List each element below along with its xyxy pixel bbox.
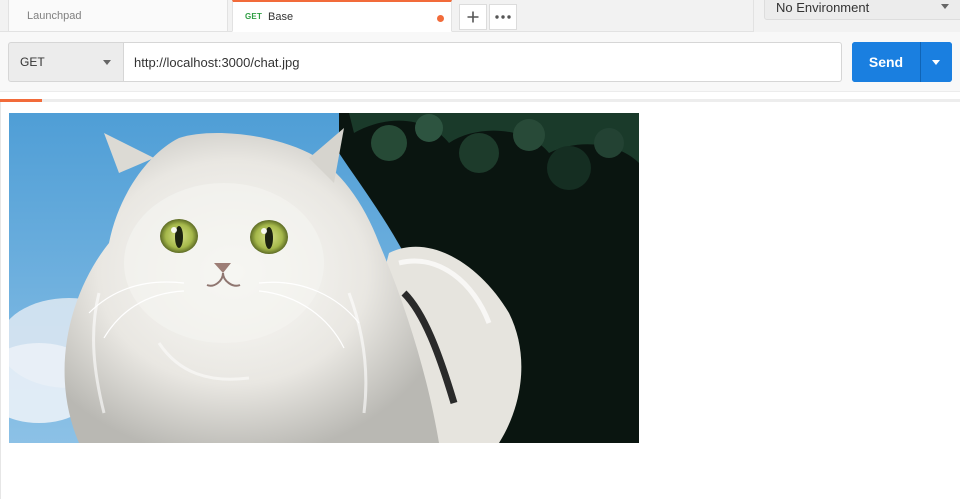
send-button[interactable]: Send	[852, 42, 920, 82]
request-bar: GET Send	[0, 32, 960, 92]
method-select[interactable]: GET	[8, 42, 124, 82]
chevron-down-icon	[941, 4, 949, 9]
tab-method-badge: GET	[245, 12, 263, 21]
url-input[interactable]	[123, 42, 842, 82]
tab-base-label: Base	[268, 10, 294, 23]
method-label: GET	[20, 55, 45, 69]
cat-image	[9, 113, 639, 443]
unsaved-changes-dot	[437, 15, 444, 22]
response-pane	[0, 102, 960, 499]
chevron-down-icon	[932, 60, 940, 65]
environment-label: No Environment	[776, 0, 870, 15]
environment-dropdown[interactable]: No Environment	[764, 0, 960, 20]
tab-base[interactable]: GET Base	[232, 0, 452, 32]
ellipsis-icon	[495, 15, 511, 19]
environment-selector: No Environment	[753, 0, 960, 32]
postman-window: Launchpad GET Base No Environment GET ht…	[0, 0, 960, 499]
response-image-preview	[9, 113, 639, 443]
tab-launchpad[interactable]: Launchpad	[8, 0, 228, 32]
tab-strip: Launchpad GET Base No Environment	[0, 0, 960, 32]
send-button-group: Send	[852, 42, 952, 82]
chevron-down-icon	[103, 60, 111, 65]
more-tabs-button[interactable]	[489, 4, 517, 30]
send-options-button[interactable]	[921, 42, 952, 82]
tab-launchpad-label: Launchpad	[27, 9, 82, 22]
new-tab-button[interactable]	[459, 4, 487, 30]
plus-icon	[467, 11, 479, 23]
